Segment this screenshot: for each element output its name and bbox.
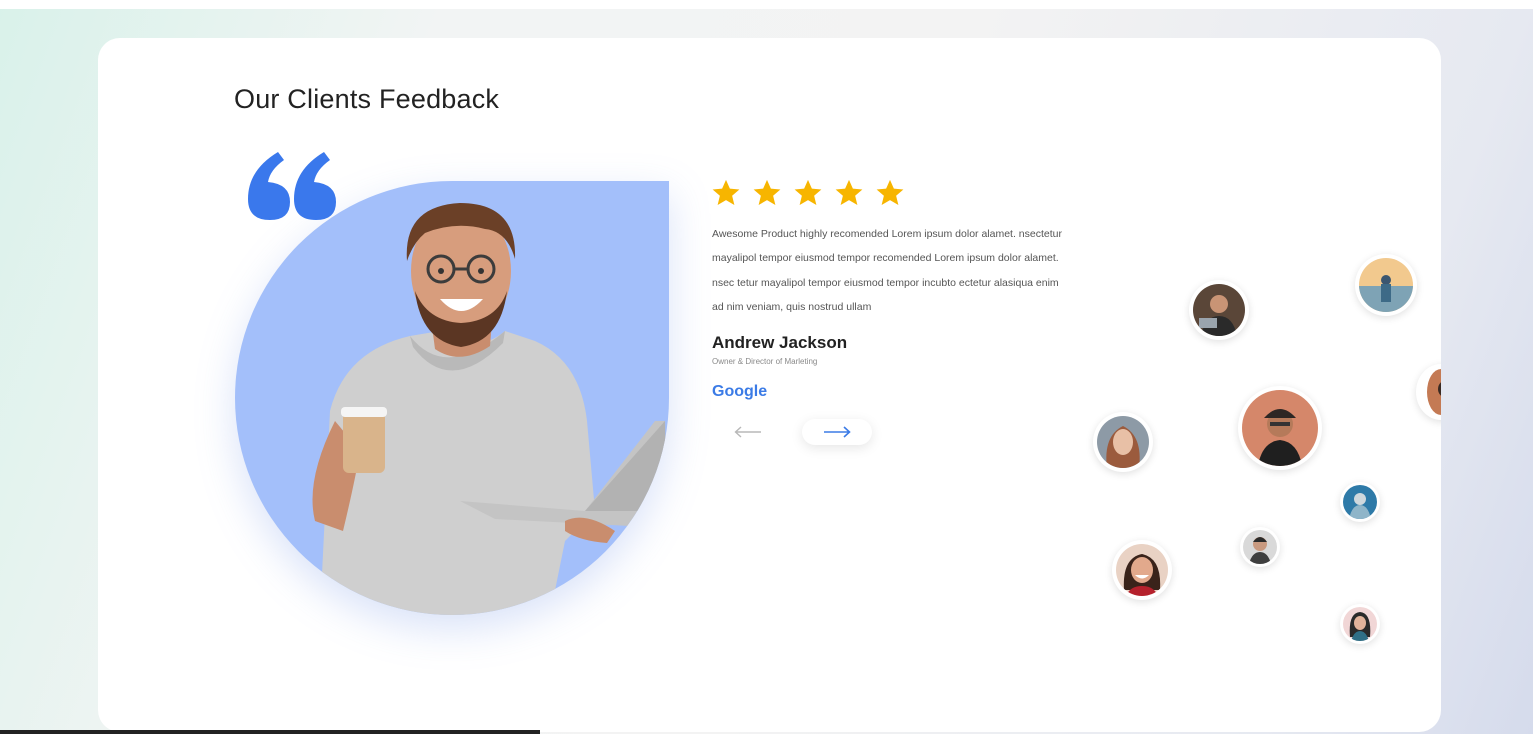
client-avatar-2[interactable] <box>1355 254 1417 316</box>
avatar-photo <box>1193 284 1245 336</box>
avatar-photo <box>1343 607 1377 641</box>
section-title: Our Clients Feedback <box>234 84 500 114</box>
avatar-photo <box>1359 258 1413 312</box>
testimonial-text: Awesome Product highly recomended Lorem … <box>712 228 1062 313</box>
arrow-left-icon <box>734 426 761 438</box>
star-icon <box>794 179 822 205</box>
client-avatar-9[interactable] <box>1340 604 1380 644</box>
author-name: Andrew Jackson <box>712 333 848 352</box>
star-icon <box>753 179 781 205</box>
client-avatar-7[interactable] <box>1240 527 1280 567</box>
quote-icon <box>248 152 336 220</box>
rating-stars <box>711 178 905 208</box>
avatar-photo <box>1243 530 1277 564</box>
avatar-photo <box>1116 544 1168 596</box>
feedback-card: Our Clients Feedback Awesome Product hig… <box>98 38 1441 732</box>
client-avatar-5[interactable] <box>1093 412 1153 472</box>
avatar-photo <box>1343 485 1377 519</box>
star-icon <box>712 179 740 205</box>
next-button[interactable] <box>802 419 872 445</box>
avatar-photo <box>1097 416 1149 468</box>
top-strip <box>0 0 1533 9</box>
client-avatar-4[interactable] <box>1238 386 1322 470</box>
client-avatar-6[interactable] <box>1340 482 1380 522</box>
client-avatar-3[interactable] <box>1416 364 1441 420</box>
prev-button[interactable] <box>728 419 768 445</box>
client-avatar-1[interactable] <box>1189 280 1249 340</box>
client-avatar-8[interactable] <box>1112 540 1172 600</box>
star-icon <box>876 179 904 205</box>
star-icon <box>835 179 863 205</box>
arrow-right-icon <box>824 426 851 438</box>
bottom-edge-line <box>0 730 540 734</box>
company-name: Google <box>712 383 768 400</box>
author-role: Owner & Director of Marleting <box>712 357 818 366</box>
avatar-photo <box>1427 369 1441 415</box>
avatar-photo <box>1242 390 1318 466</box>
